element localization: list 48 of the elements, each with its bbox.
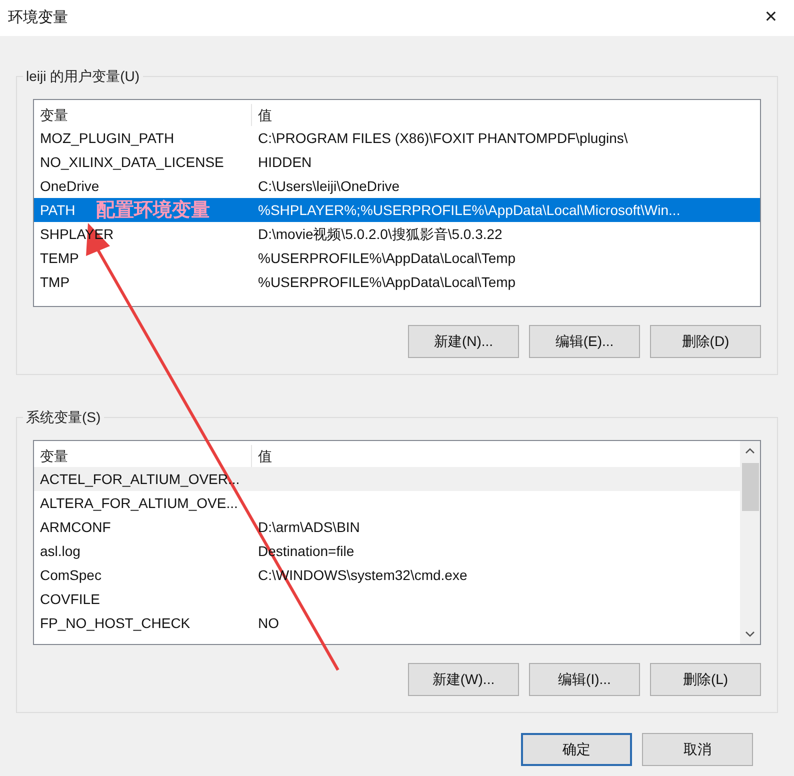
dialog-button[interactable]: 新建(W)... <box>408 663 519 696</box>
table-cell: MOZ_PLUGIN_PATH <box>40 130 174 146</box>
table-cell: OneDrive <box>40 178 100 194</box>
table-cell: PATH <box>40 202 76 218</box>
column-header[interactable]: 值 <box>252 104 760 126</box>
table-cell-text: %USERPROFILE%\AppData\Local\Temp <box>257 272 517 292</box>
dialog-button[interactable]: 取消 <box>642 733 753 766</box>
table-cell: FP_NO_HOST_CHECK <box>40 614 190 630</box>
table-row[interactable]: TEMP %USERPROFILE%\AppData\Local\Temp <box>34 246 760 270</box>
table-cell-text: HIDDEN <box>257 152 313 172</box>
table-row[interactable]: OneDrive C:\Users\leiji\OneDrive <box>34 174 760 198</box>
table-cell-text: C:\PROGRAM FILES (X86)\FOXIT PHANTOMPDF\plugins\ <box>257 128 629 148</box>
scrollbar[interactable] <box>740 441 760 644</box>
table-cell-text: D:\movie视频\5.0.2.0\搜狐影音\5.0.3.22 <box>257 224 504 244</box>
dialog-button[interactable]: 编辑(E)... <box>529 325 640 358</box>
close-button[interactable]: ✕ <box>748 0 794 36</box>
table-cell: TEMP <box>40 250 79 266</box>
dialog-button[interactable]: 新建(N)... <box>408 325 519 358</box>
table-cell: ARMCONF <box>40 518 111 534</box>
table-row[interactable]: ALTERA_FOR_ALTIUM_OVE... <box>34 491 740 515</box>
table-cell: ALTERA_FOR_ALTIUM_OVE... <box>40 494 238 510</box>
table-cell-text: NO <box>257 614 280 632</box>
table-cell-text: %SHPLAYER%;%USERPROFILE%\AppData\Local\Microsoft\Win... <box>257 200 682 220</box>
dialog-button[interactable]: 确定 <box>521 733 632 766</box>
group-label: 系统变量(S) <box>23 407 104 428</box>
table-row[interactable]: FP_NO_HOST_CHECK NO <box>34 611 740 635</box>
column-header[interactable]: 变量 <box>34 104 252 126</box>
table-row[interactable]: MOZ_PLUGIN_PATH C:\PROGRAM FILES (X86)\FOXIT PHANTOMPDF\plugins\ <box>34 126 760 150</box>
group-label: leiji 的用户变量(U) <box>23 66 143 87</box>
table-row[interactable]: ARMCONF D:\arm\ADS\BIN <box>34 515 740 539</box>
table-cell: ComSpec <box>40 566 102 582</box>
table-cell-text: %USERPROFILE%\AppData\Local\Temp <box>257 248 517 268</box>
window-title: 环境变量 <box>8 8 68 28</box>
table-row[interactable]: NO_XILINX_DATA_LICENSE HIDDEN <box>34 150 760 174</box>
table-cell: TMP <box>40 274 70 290</box>
table-cell: asl.log <box>40 542 80 558</box>
dialog-button[interactable]: 删除(L) <box>650 663 761 696</box>
table-row[interactable]: COVFILE <box>34 587 740 611</box>
table-cell-text: D:\arm\ADS\BIN <box>257 518 361 536</box>
table-row[interactable]: TMP %USERPROFILE%\AppData\Local\Temp <box>34 270 760 294</box>
scrollbar-thumb[interactable] <box>742 463 758 511</box>
column-header[interactable]: 值 <box>252 445 740 467</box>
table-cell: COVFILE <box>40 590 100 606</box>
dialog-button[interactable]: 编辑(I)... <box>529 663 640 696</box>
table-cell-text: C:\Users\leiji\OneDrive <box>257 176 401 196</box>
annotation-text: 配置环境变量 <box>96 198 210 222</box>
dialog-button[interactable]: 删除(D) <box>650 325 761 358</box>
table-cell: NO_XILINX_DATA_LICENSE <box>40 154 224 170</box>
